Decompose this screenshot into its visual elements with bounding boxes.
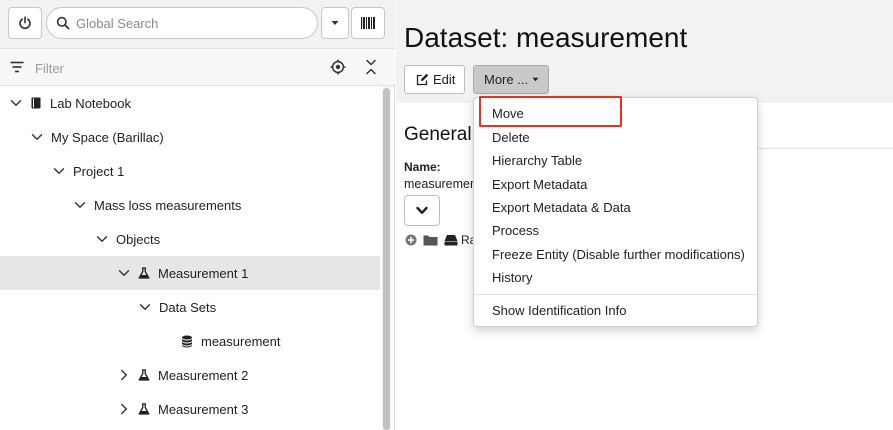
chevron-right-icon[interactable] [118, 369, 130, 381]
search-icon [56, 16, 70, 30]
tree-node-measurement-dataset[interactable]: measurement [0, 324, 380, 358]
logout-button[interactable] [8, 7, 42, 39]
chevron-down-icon [416, 206, 428, 216]
chevron-down-icon[interactable] [118, 267, 130, 279]
name-field-label: Name: [404, 160, 441, 174]
collapse-all-icon[interactable] [365, 59, 377, 75]
flask-icon [138, 369, 150, 381]
flask-icon [138, 403, 150, 415]
chevron-down-icon[interactable] [10, 97, 22, 109]
folder-icon[interactable] [423, 234, 438, 246]
chevron-down-icon[interactable] [74, 199, 86, 211]
expand-toggle-button[interactable] [404, 195, 440, 226]
tree-node-label: Measurement 2 [158, 367, 249, 383]
tree-scrollbar[interactable] [382, 86, 391, 430]
menu-item-move[interactable]: Move [492, 104, 524, 124]
edit-button[interactable]: Edit [404, 65, 465, 94]
notebook-icon [30, 97, 42, 109]
chevron-down-icon[interactable] [96, 233, 108, 245]
tree-node-label: Project 1 [73, 163, 125, 179]
tree-node-measurement-3[interactable]: Measurement 3 [0, 392, 380, 426]
tree-node-measurement-2[interactable]: Measurement 2 [0, 358, 380, 392]
navigation-panel: Lab Notebook My Space (Barillac) Project… [0, 0, 395, 430]
menu-item-export-metadata[interactable]: Export Metadata [492, 175, 587, 195]
hard-drive-icon[interactable] [444, 234, 458, 246]
dataset-actions-row: Ra [405, 232, 476, 248]
menu-item-hierarchy-table[interactable]: Hierarchy Table [492, 151, 582, 171]
menu-item-process[interactable]: Process [492, 221, 539, 241]
edit-button-label: Edit [433, 72, 456, 87]
caret-down-icon [532, 77, 539, 82]
menu-item-show-identification-info[interactable]: Show Identification Info [492, 301, 626, 321]
database-icon [181, 335, 193, 348]
tree-node-label: Measurement 1 [158, 265, 249, 281]
chevron-down-icon[interactable] [139, 301, 151, 313]
tree-node-label: Lab Notebook [50, 95, 131, 111]
add-circle-icon[interactable] [405, 234, 417, 246]
more-actions-menu: Move Delete Hierarchy Table Export Metad… [473, 97, 758, 327]
menu-item-history[interactable]: History [492, 268, 532, 288]
locate-icon[interactable] [330, 59, 346, 75]
tree-node-objects[interactable]: Objects [0, 222, 380, 256]
edit-icon [416, 73, 429, 86]
more-button-label: More ... [484, 72, 529, 87]
tree-node-label: Data Sets [159, 299, 217, 315]
scrollbar-thumb[interactable] [383, 88, 390, 430]
tree-node-mass-loss-measurements[interactable]: Mass loss measurements [0, 188, 380, 222]
chevron-down-icon[interactable] [53, 165, 65, 177]
barcode-icon [360, 16, 376, 30]
flask-icon [138, 267, 150, 279]
section-divider [758, 148, 893, 149]
barcode-button[interactable] [351, 7, 385, 39]
power-icon [18, 16, 32, 30]
chevron-down-icon[interactable] [31, 131, 43, 143]
tree-node-project-1[interactable]: Project 1 [0, 154, 380, 188]
global-search-input[interactable] [74, 14, 304, 32]
tree-node-lab-notebook[interactable]: Lab Notebook [0, 86, 380, 120]
menu-divider [474, 294, 757, 295]
tree-node-label: My Space (Barillac) [51, 129, 164, 145]
tree-filter-bar [0, 48, 395, 86]
tree-filter-input[interactable] [33, 58, 293, 78]
menu-item-delete[interactable]: Delete [492, 128, 530, 148]
tree-node-label: Mass loss measurements [94, 197, 242, 213]
more-button[interactable]: More ... [473, 65, 549, 94]
top-toolbar [0, 0, 395, 48]
tree-node-label: Measurement 3 [158, 401, 249, 417]
tree-node-data-sets[interactable]: Data Sets [0, 290, 380, 324]
caret-down-icon [331, 20, 339, 26]
menu-item-export-metadata-and-data[interactable]: Export Metadata & Data [492, 198, 631, 218]
tree-node-measurement-1[interactable]: Measurement 1 [0, 256, 380, 290]
tree-node-label: Objects [116, 231, 161, 247]
filter-icon [10, 61, 24, 73]
search-options-button[interactable] [321, 7, 349, 39]
section-title-general: General [404, 124, 472, 145]
tree-node-my-space[interactable]: My Space (Barillac) [0, 120, 380, 154]
entity-tree: Lab Notebook My Space (Barillac) Project… [0, 86, 380, 430]
name-field-value: measurement [404, 177, 474, 191]
global-search-field[interactable] [46, 7, 318, 39]
page-title: Dataset: measurement [404, 22, 688, 53]
tree-node-label: measurement [201, 333, 281, 349]
chevron-right-icon[interactable] [118, 403, 130, 415]
menu-item-freeze-entity[interactable]: Freeze Entity (Disable further modificat… [492, 245, 745, 265]
